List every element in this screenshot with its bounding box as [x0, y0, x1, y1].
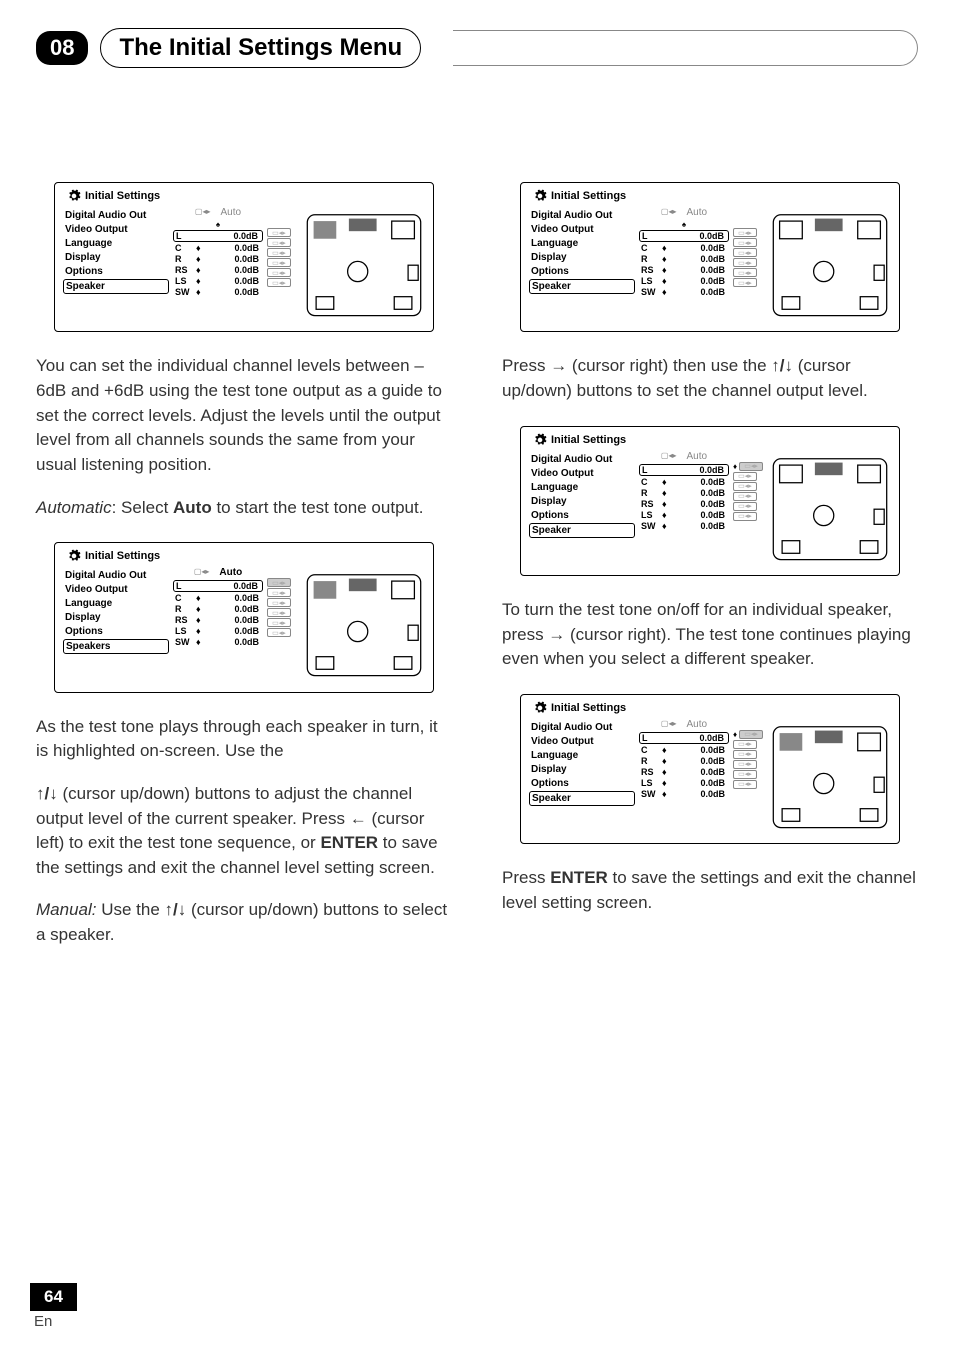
down-arrow-icon: ↓	[178, 900, 187, 919]
header-decoration	[453, 30, 918, 66]
paragraph: Press → (cursor right) then use the ↑/↓ …	[502, 354, 918, 403]
right-column: Initial Settings Digital Audio Out Video…	[502, 178, 918, 948]
panel-title: Initial Settings	[85, 190, 160, 202]
speaker-mini-icon: ▭◂▸	[267, 578, 291, 587]
language-code: En	[34, 1313, 77, 1330]
menu-item: Digital Audio Out	[63, 209, 169, 222]
panel-title: Initial Settings	[85, 550, 160, 562]
speaker-mini-icon: ▭◂▸	[267, 228, 291, 237]
title-pill: The Initial Settings Menu	[100, 28, 421, 68]
settings-panel: Initial Settings Digital Audio Out Video…	[54, 542, 434, 692]
settings-panel: Initial Settings Digital Audio Out Video…	[520, 694, 900, 844]
speaker-mini-icon: ▭◂▸	[267, 258, 291, 267]
page-title: The Initial Settings Menu	[119, 34, 402, 62]
settings-panel: Initial Settings Digital Audio Out Video…	[520, 182, 900, 332]
menu-item: Language	[63, 237, 169, 250]
menu-item: Display	[63, 251, 169, 264]
gear-icon	[67, 549, 81, 563]
speaker-mini-icon: ▭◂▸	[267, 238, 291, 247]
room-diagram	[301, 207, 427, 323]
gear-icon	[67, 189, 81, 203]
room-diagram	[301, 567, 427, 683]
paragraph: To turn the test tone on/off for an indi…	[502, 598, 918, 672]
page-footer: 64 En	[30, 1283, 77, 1330]
menu-item: Video Output	[63, 223, 169, 236]
speaker-icons: ▭◂▸ ▭◂▸ ▭◂▸ ▭◂▸ ▭◂▸ ▭◂▸	[263, 207, 301, 323]
left-arrow-icon: ←	[350, 809, 367, 828]
paragraph: Automatic: Select Auto to start the test…	[36, 496, 452, 521]
room-diagram	[767, 207, 893, 323]
down-arrow-icon: ↓	[785, 356, 794, 375]
gear-icon	[533, 189, 547, 203]
page-header: 08 The Initial Settings Menu	[36, 28, 918, 68]
up-arrow-icon: ↑	[165, 900, 174, 919]
right-arrow-icon: →	[548, 625, 565, 644]
speaker-mini-icon: ▭◂▸	[267, 248, 291, 257]
paragraph: Manual: Use the ↑/↓ (cursor up/down) but…	[36, 898, 452, 947]
chapter-badge: 08	[36, 31, 88, 65]
room-diagram	[767, 451, 893, 567]
left-column: Initial Settings Digital Audio Out Video…	[36, 178, 452, 948]
right-arrow-icon: →	[550, 356, 567, 375]
down-arrow-icon: ↓	[49, 784, 58, 803]
page-number: 64	[30, 1283, 77, 1311]
settings-panel: Initial Settings Digital Audio Out Video…	[520, 426, 900, 576]
settings-menu: Digital Audio Out Video Output Language …	[61, 207, 173, 323]
paragraph: You can set the individual channel level…	[36, 354, 452, 477]
gear-icon	[533, 701, 547, 715]
settings-panel: Initial Settings Digital Audio Out Video…	[54, 182, 434, 332]
paragraph: As the test tone plays through each spea…	[36, 715, 452, 764]
auto-label: Auto	[221, 207, 242, 218]
menu-item: Options	[63, 265, 169, 278]
paragraph: ↑/↓ (cursor up/down) buttons to adjust t…	[36, 782, 452, 881]
menu-item-selected: Speaker	[63, 279, 169, 294]
speaker-mini-icon: ▭◂▸	[267, 278, 291, 287]
up-arrow-icon: ↑	[771, 356, 780, 375]
gear-icon	[533, 433, 547, 447]
speaker-mini-icon: ▭◂▸	[267, 268, 291, 277]
channel-values: ▢◂▸Auto ♠ L0.0dB C♦0.0dB R♦0.0dB RS♦0.0d…	[173, 207, 263, 323]
room-diagram	[767, 719, 893, 835]
up-arrow-icon: ↑	[36, 784, 45, 803]
paragraph: Press ENTER to save the settings and exi…	[502, 866, 918, 915]
